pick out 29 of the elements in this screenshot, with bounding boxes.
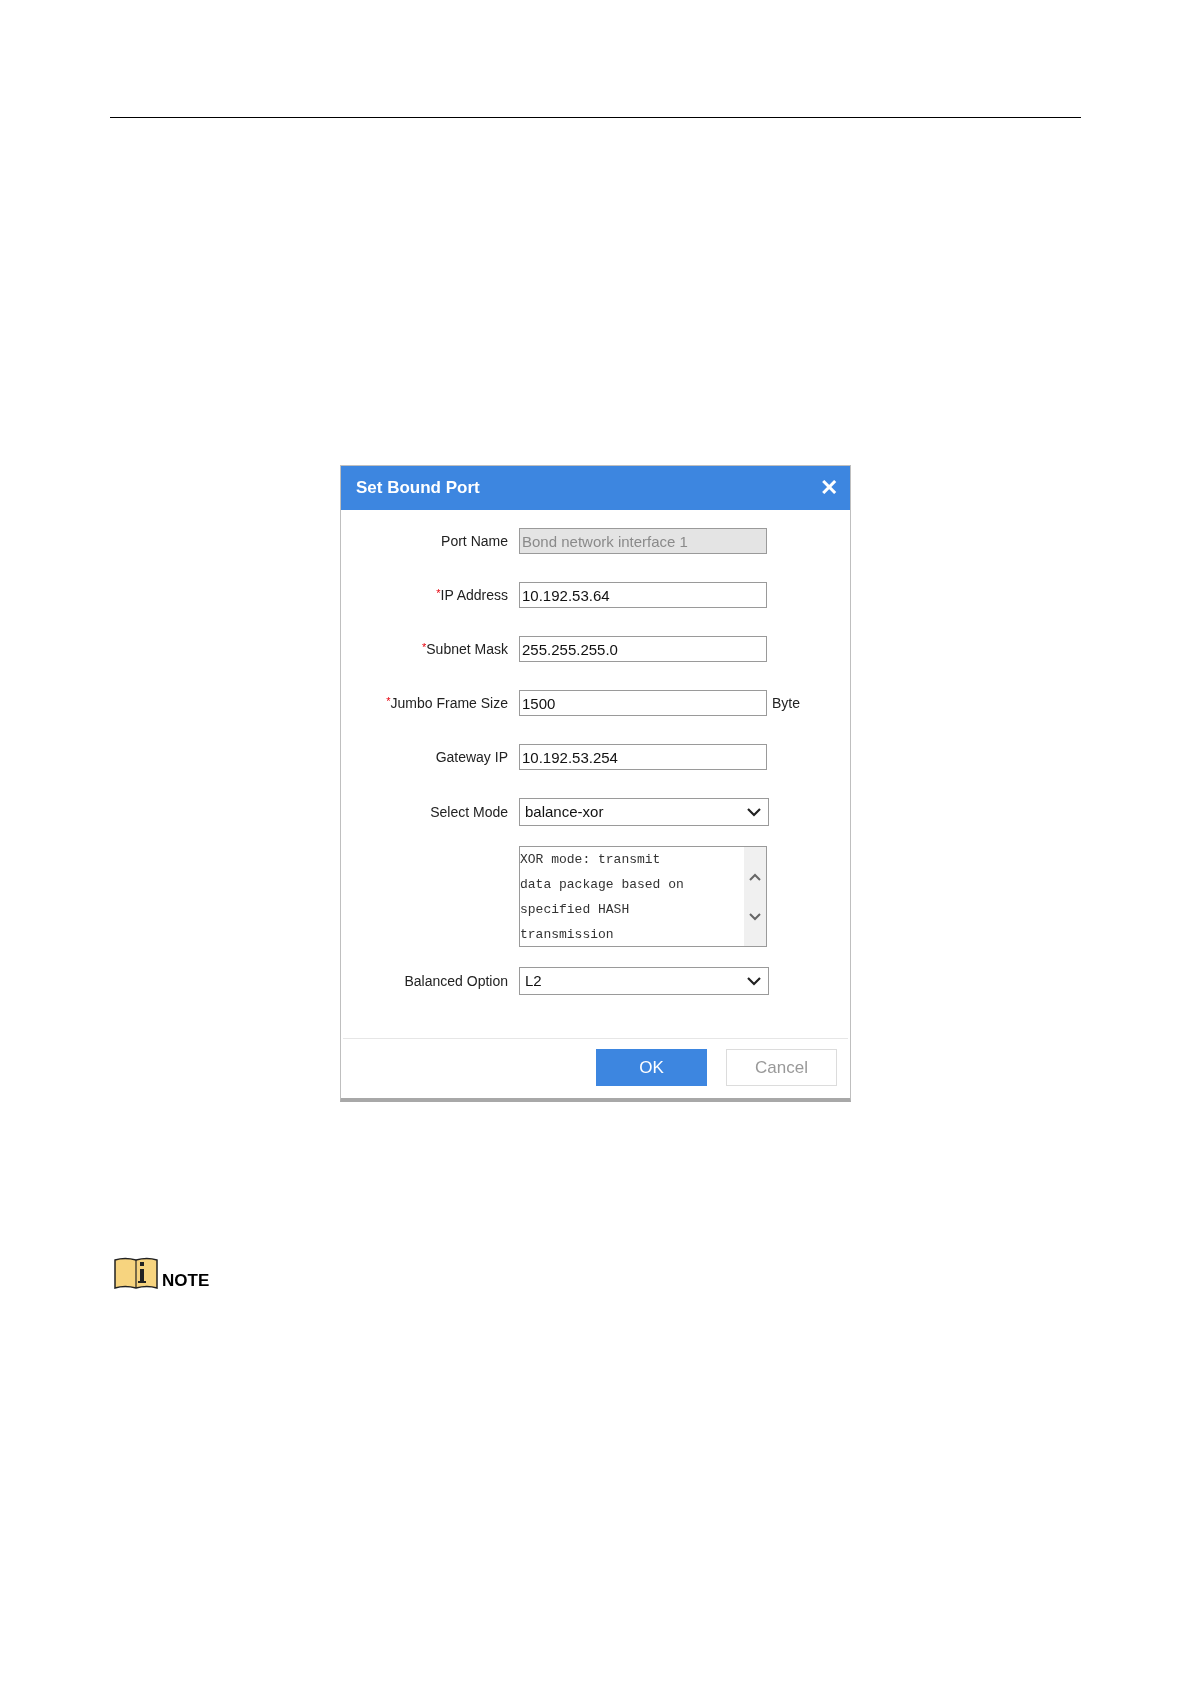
note-heading: NOTE [162,1272,210,1289]
text-field[interactable]: 1500 [519,690,767,716]
text-field[interactable]: 10.192.53.254 [519,744,767,770]
field-label: Select Mode [430,803,508,820]
field-label: Balanced Option [404,972,508,989]
required-marker: * [386,694,391,707]
chevron-down-icon [746,976,762,986]
field-label: Gateway IP [435,748,508,765]
chevron-down-icon [746,807,762,817]
chevron-up-icon [748,872,762,882]
required-marker: * [422,640,427,653]
scrollbar[interactable] [744,847,766,946]
ok-button[interactable]: OK [596,1049,707,1086]
text-field[interactable]: 10.192.53.64 [519,582,767,608]
dropdown[interactable]: balance-xor [519,798,769,826]
info-book-icon [114,1257,158,1290]
description-text: XOR mode: transmit data package based on specified HASH transmission [520,851,685,944]
dialog-title: Set Bound Port [356,477,480,500]
field-label: Subnet Mask [426,640,508,657]
unit-label: Byte [772,693,800,713]
text-area[interactable]: XOR mode: transmit data package based on specified HASH transmission [519,846,767,947]
dropdown[interactable]: L2 [519,967,769,995]
text-field[interactable]: 255.255.255.0 [519,636,767,662]
chevron-down-icon [748,911,762,921]
field-label: Port Name [441,532,508,549]
field-label: IP Address [440,586,508,603]
close-button[interactable]: ✕ [820,477,838,499]
field-label: Jumbo Frame Size [390,694,508,711]
required-marker: * [436,586,441,599]
